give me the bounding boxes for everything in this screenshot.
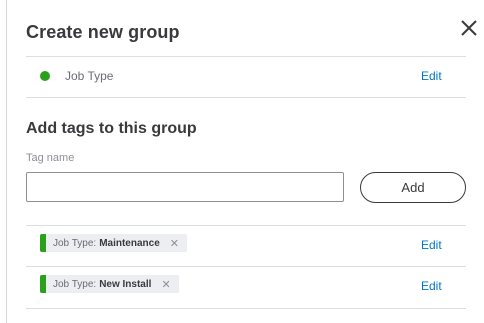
close-icon[interactable] (457, 16, 481, 40)
remove-icon[interactable]: ✕ (161, 278, 170, 291)
dialog-title: Create new group (26, 22, 180, 42)
remove-icon[interactable]: ✕ (170, 237, 179, 250)
edit-group-link[interactable]: Edit (421, 69, 442, 83)
divider (26, 308, 466, 309)
tag-name: New Install (99, 278, 152, 290)
tag-color-bar (40, 234, 46, 252)
tag-name-input[interactable] (26, 172, 344, 202)
tag-name: Maintenance (99, 237, 160, 249)
group-name: Job Type (65, 69, 114, 83)
create-group-dialog: Create new group Job Type Edit Add tags … (0, 0, 484, 323)
divider (26, 266, 466, 267)
divider (26, 225, 466, 226)
panel-border (6, 0, 7, 323)
add-tag-button[interactable]: Add (360, 172, 466, 203)
divider (26, 97, 466, 98)
tag-name-label: Tag name (26, 152, 75, 164)
tag-chip-new-install: Job Type: New Install ✕ (40, 275, 179, 293)
edit-tag-link[interactable]: Edit (421, 238, 442, 252)
divider (26, 56, 466, 57)
tag-prefix: Job Type: (53, 278, 97, 290)
edit-tag-link[interactable]: Edit (421, 279, 442, 293)
group-color-dot (40, 71, 50, 81)
tag-color-bar (40, 275, 46, 293)
tag-chip-maintenance: Job Type: Maintenance ✕ (40, 234, 187, 252)
add-tags-heading: Add tags to this group (26, 120, 197, 137)
tag-prefix: Job Type: (53, 237, 97, 249)
